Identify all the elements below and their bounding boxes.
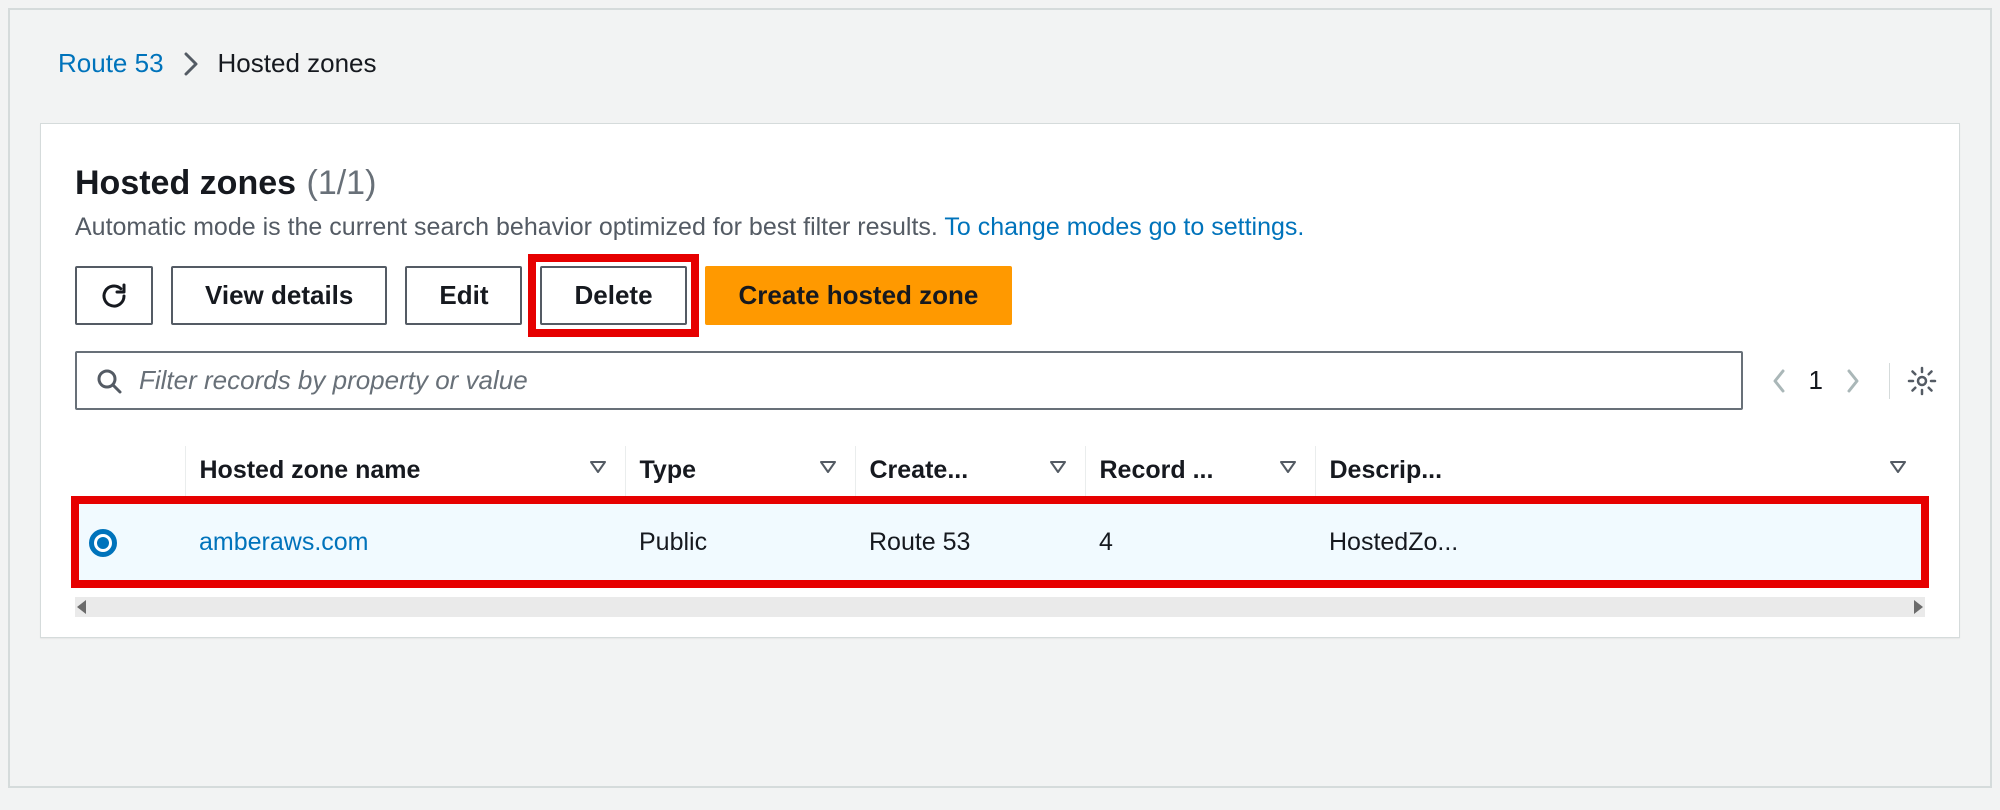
cell-description: HostedZo...: [1315, 500, 1925, 584]
edit-button[interactable]: Edit: [405, 266, 522, 325]
radio-selected-icon[interactable]: [89, 529, 117, 557]
action-button-row: View details Edit Delete Create hosted z…: [75, 266, 1925, 325]
col-record-count[interactable]: Record ...: [1085, 446, 1315, 500]
hosted-zones-table: Hosted zone name Type Crea: [75, 446, 1925, 617]
page-prev[interactable]: [1771, 367, 1787, 395]
sort-icon: [819, 460, 837, 476]
page-title: Hosted zones: [75, 164, 296, 202]
page-next[interactable]: [1845, 367, 1861, 395]
sort-icon: [589, 460, 607, 476]
paginator: 1: [1771, 365, 1861, 396]
item-count: (1/1): [307, 164, 377, 202]
row-selector-cell[interactable]: [75, 500, 185, 584]
page-number: 1: [1809, 365, 1823, 396]
col-label: Descrip...: [1330, 456, 1443, 484]
page-container: Route 53 Hosted zones Hosted zones (1/1)…: [8, 8, 1992, 788]
cell-type: Public: [625, 500, 855, 584]
breadcrumb-current: Hosted zones: [218, 48, 377, 79]
search-icon: [95, 367, 123, 395]
gear-icon: [1906, 365, 1938, 397]
scroll-left-icon[interactable]: [77, 600, 86, 614]
table-settings-button[interactable]: [1889, 363, 1925, 399]
col-label: Create...: [870, 456, 969, 484]
col-created-by[interactable]: Create...: [855, 446, 1085, 500]
subtitle-text: Automatic mode is the current search beh…: [75, 213, 944, 241]
chevron-right-icon: [184, 52, 198, 76]
sort-icon: [1279, 460, 1297, 476]
hosted-zones-panel: Hosted zones (1/1) Automatic mode is the…: [40, 123, 1960, 638]
filter-box[interactable]: [75, 351, 1743, 410]
search-pagination-row: 1: [75, 351, 1925, 410]
refresh-icon: [99, 281, 129, 311]
col-description[interactable]: Descrip...: [1315, 446, 1925, 500]
breadcrumb: Route 53 Hosted zones: [40, 48, 1960, 79]
delete-button[interactable]: Delete: [540, 266, 686, 325]
cell-hosted-zone-name[interactable]: amberaws.com: [185, 500, 625, 584]
horizontal-scrollbar[interactable]: [75, 597, 1925, 617]
col-label: Record ...: [1100, 456, 1214, 484]
create-hosted-zone-button[interactable]: Create hosted zone: [705, 266, 1013, 325]
subtitle: Automatic mode is the current search beh…: [75, 213, 1925, 242]
highlight-delete: Delete: [540, 266, 686, 325]
col-type[interactable]: Type: [625, 446, 855, 500]
filter-input[interactable]: [139, 365, 1723, 396]
table-header-row: Hosted zone name Type Crea: [75, 446, 1925, 500]
view-details-button[interactable]: View details: [171, 266, 387, 325]
sort-icon: [1889, 460, 1907, 476]
refresh-button[interactable]: [75, 266, 153, 325]
cell-record-count: 4: [1085, 500, 1315, 584]
col-label: Type: [640, 456, 697, 484]
col-select: [75, 446, 185, 500]
sort-icon: [1049, 460, 1067, 476]
scroll-right-icon[interactable]: [1914, 600, 1923, 614]
cell-created-by: Route 53: [855, 500, 1085, 584]
col-label: Hosted zone name: [200, 456, 421, 484]
breadcrumb-root[interactable]: Route 53: [58, 48, 164, 79]
col-hosted-zone-name[interactable]: Hosted zone name: [185, 446, 625, 500]
table-row[interactable]: amberaws.com Public Route 53 4 HostedZo.…: [75, 500, 1925, 584]
settings-link[interactable]: To change modes go to settings.: [944, 213, 1304, 241]
panel-header: Hosted zones (1/1): [75, 164, 1925, 203]
